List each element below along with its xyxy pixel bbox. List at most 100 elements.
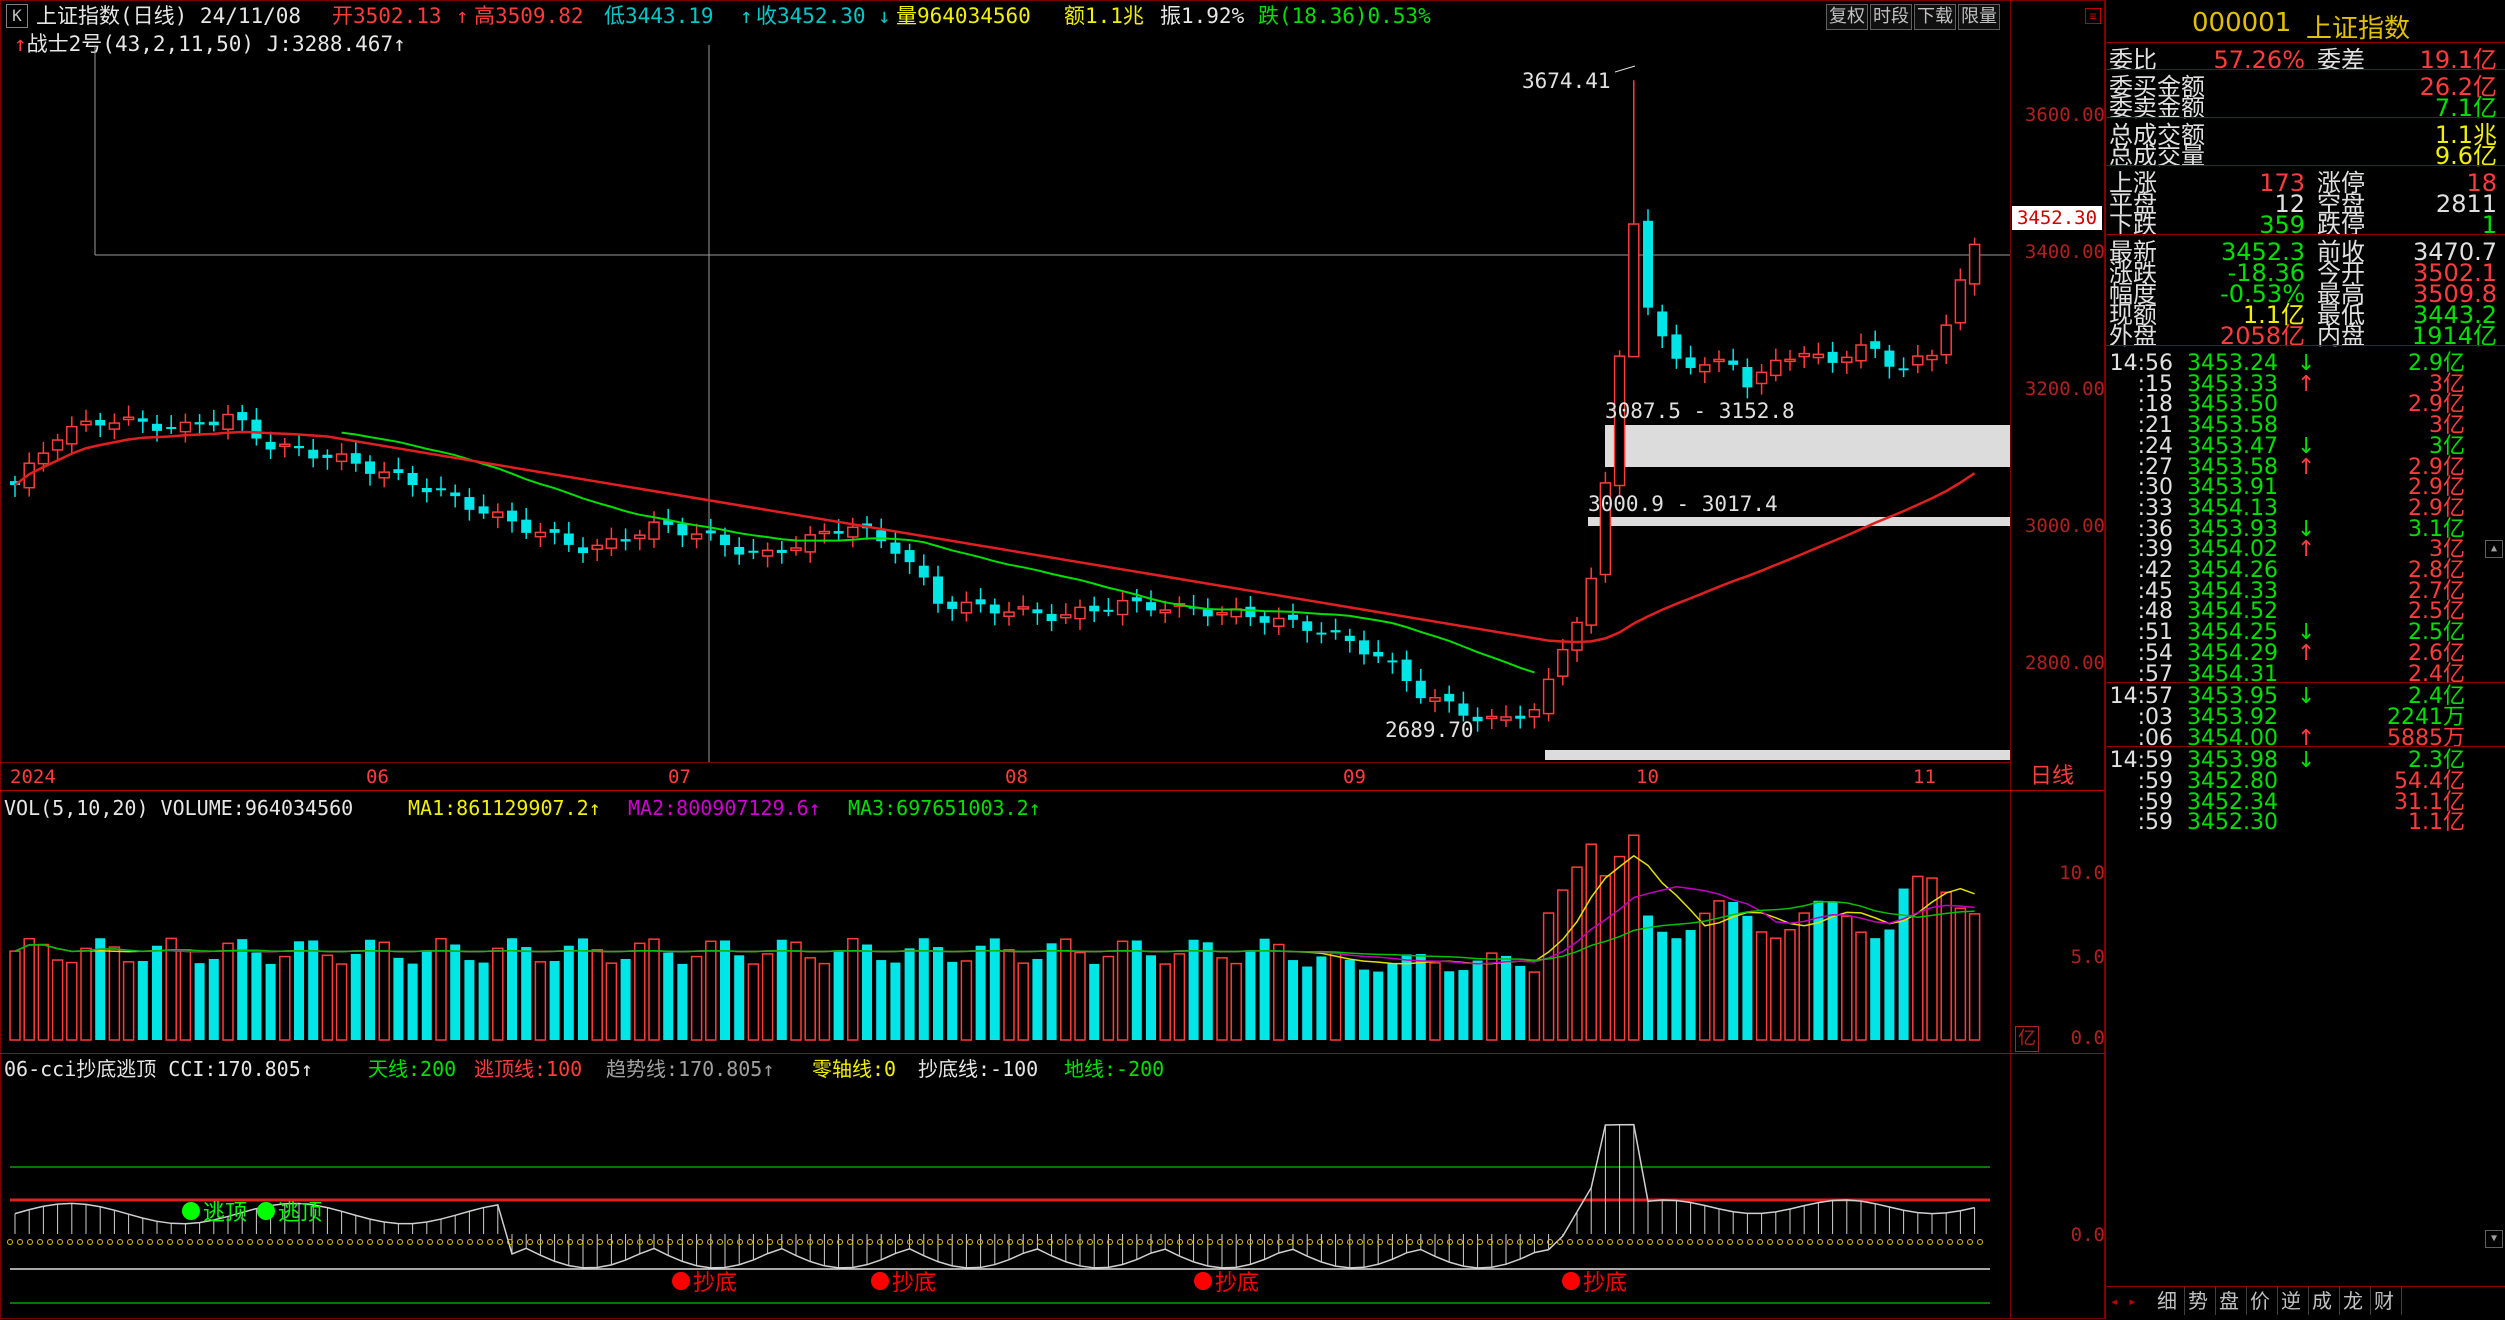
volume-bar <box>1146 955 1156 1040</box>
zero-dot <box>1277 1239 1283 1245</box>
zero-dot <box>877 1239 883 1245</box>
candle-body <box>1898 368 1909 371</box>
tab-3[interactable]: 价 <box>2243 1287 2278 1315</box>
zero-dot <box>1027 1239 1033 1245</box>
zero-dot <box>727 1239 733 1245</box>
volume-bar <box>265 963 276 1040</box>
candle-body <box>407 472 418 486</box>
zero-dot <box>137 1239 143 1245</box>
volume-bar <box>1316 956 1327 1040</box>
candle-body <box>1812 353 1825 359</box>
candle-body <box>1316 632 1327 635</box>
tab-2[interactable]: 盘 <box>2212 1287 2247 1315</box>
tab-7[interactable]: 财 <box>2367 1287 2402 1315</box>
volume-chart[interactable] <box>0 790 2010 1053</box>
zero-dot <box>487 1239 493 1245</box>
candle-body <box>208 421 219 426</box>
svg-text:抄底: 抄底 <box>892 1271 936 1296</box>
zero-dot <box>1757 1239 1763 1245</box>
volume-bar <box>1884 929 1895 1040</box>
scroll-left-icon[interactable]: ◂ <box>2110 1290 2128 1314</box>
volume-bar <box>1784 928 1796 1041</box>
zero-dot <box>417 1239 423 1245</box>
zero-dot <box>327 1239 333 1245</box>
scroll-right-icon[interactable]: ▸ <box>2128 1290 2146 1314</box>
volume-bar <box>1116 940 1129 1041</box>
zero-dot <box>467 1239 473 1245</box>
zero-dot <box>107 1239 113 1245</box>
volume-bar <box>690 955 703 1041</box>
tab-6[interactable]: 龙 <box>2336 1287 2371 1315</box>
escape-signal: 逃顶 <box>182 1201 247 1226</box>
tab-0[interactable]: 细 <box>2150 1287 2185 1315</box>
volume-bar <box>1671 938 1682 1040</box>
zero-dot <box>1787 1239 1793 1245</box>
zero-dot <box>1397 1239 1403 1245</box>
tab-5[interactable]: 成 <box>2305 1287 2340 1315</box>
volume-bar <box>1415 954 1426 1040</box>
price-chart[interactable]: 3674.41 2689.70 3087.5 - 3152.8 3000.9 -… <box>0 0 2010 790</box>
zero-dot <box>447 1239 453 1245</box>
candle-body <box>960 601 973 614</box>
volume-bar <box>818 962 831 1041</box>
volume-bar <box>1472 960 1483 1040</box>
volume-bar <box>1401 954 1412 1040</box>
bottom-signal: 抄底 <box>871 1271 936 1296</box>
volume-y-label: 5.0 <box>2070 946 2105 968</box>
candle-body <box>1798 352 1810 358</box>
zero-dot <box>177 1239 183 1245</box>
candle-body <box>734 546 745 555</box>
scroll-up-icon[interactable]: ▲ <box>2485 540 2503 558</box>
volume-bar <box>904 948 915 1040</box>
volume-bar <box>862 944 872 1040</box>
candle-body <box>1657 311 1668 337</box>
volume-bar <box>1089 963 1100 1040</box>
candle-body <box>1528 708 1541 718</box>
candle-body <box>1116 599 1129 616</box>
candle-body <box>918 565 929 578</box>
zero-dot <box>1437 1239 1443 1245</box>
volume-bar <box>1728 901 1739 1040</box>
candle-body <box>194 422 205 425</box>
candle-body <box>335 453 348 463</box>
zero-dot <box>477 1239 483 1245</box>
zero-dot <box>297 1239 303 1245</box>
candle-body <box>748 550 759 553</box>
volume-bar <box>947 961 958 1040</box>
zero-dot <box>1117 1239 1123 1245</box>
candle-body <box>720 534 730 546</box>
zero-dot <box>237 1239 243 1245</box>
zero-dot <box>817 1239 823 1245</box>
volume-bar <box>1003 949 1015 1041</box>
zero-dot <box>1307 1239 1313 1245</box>
volume-bar <box>365 939 375 1040</box>
candle-body <box>464 497 475 510</box>
zero-dot <box>1887 1239 1893 1245</box>
volume-bar <box>421 951 432 1040</box>
zero-dot <box>697 1239 703 1245</box>
volume-bar <box>95 938 106 1040</box>
candle-body <box>1926 354 1938 361</box>
zero-dot <box>847 1239 853 1245</box>
svg-text:抄底: 抄底 <box>693 1271 737 1296</box>
zero-dot <box>377 1239 383 1245</box>
scroll-down-icon[interactable]: ▼ <box>2485 1230 2503 1248</box>
tab-1[interactable]: 势 <box>2181 1287 2216 1315</box>
candle-body <box>1302 621 1313 631</box>
volume-bar <box>521 947 532 1040</box>
volume-bar <box>1173 953 1186 1041</box>
tab-4[interactable]: 逆 <box>2274 1287 2309 1315</box>
volume-bar <box>605 962 618 1041</box>
zero-dot <box>1157 1239 1163 1245</box>
volume-bar <box>378 941 390 1041</box>
volume-bar <box>1528 971 1541 1041</box>
zero-dot <box>1687 1239 1693 1245</box>
zero-dot <box>1197 1239 1203 1245</box>
close-icon[interactable]: ≡ <box>2085 8 2101 24</box>
volume-bar <box>1245 951 1256 1040</box>
candle-body <box>1245 606 1256 618</box>
cci-chart[interactable]: 逃顶 逃顶 抄底 抄底 抄底 抄底 <box>0 1053 2010 1319</box>
volume-bar <box>23 937 35 1041</box>
candle-body <box>1415 680 1426 699</box>
candle-body <box>605 538 618 549</box>
